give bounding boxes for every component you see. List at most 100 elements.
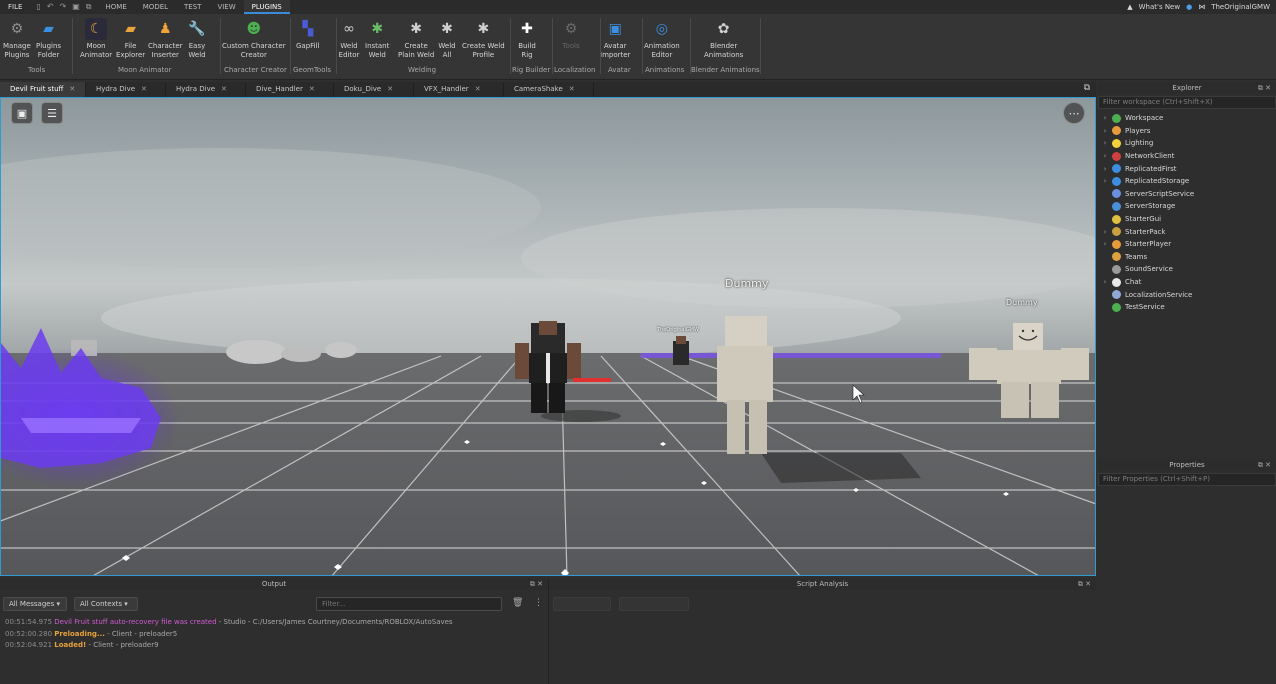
chevron-right-icon[interactable]: ›: [1098, 127, 1112, 135]
ribbon-label: Profile: [472, 51, 495, 59]
ribbon-separator: [290, 18, 291, 74]
weld-editor-icon: ∞: [343, 20, 355, 37]
tab-model[interactable]: MODEL: [135, 0, 176, 14]
close-icon[interactable]: ✕: [69, 82, 75, 97]
explorer-item[interactable]: › Workspace: [1098, 112, 1276, 125]
close-icon[interactable]: ✕: [221, 82, 227, 97]
doc-tab[interactable]: Hydra Dive ✕: [86, 82, 166, 97]
output-window-controls[interactable]: ⧉ ✕: [530, 578, 543, 590]
weld-all-icon: ✱: [441, 20, 453, 37]
explorer-item[interactable]: SoundService: [1098, 263, 1276, 276]
service-icon: [1112, 113, 1121, 123]
ribbon-button-create-weld-profile[interactable]: ✱ Create Weld Profile: [462, 18, 505, 60]
tab-plugins[interactable]: PLUGINS: [243, 0, 290, 14]
chevron-right-icon[interactable]: ›: [1098, 278, 1112, 286]
ribbon-button-avatar-importer[interactable]: ▣ Avatar Importer: [600, 18, 630, 60]
service-icon: [1112, 189, 1121, 199]
explorer-item[interactable]: › Players: [1098, 125, 1276, 138]
player-nametag: TheOriginalGMW: [657, 327, 699, 333]
close-icon[interactable]: ✕: [309, 82, 315, 97]
close-icon[interactable]: ✕: [569, 82, 575, 97]
3d-viewport[interactable]: ▣ ☰ ⋯ Dummy Dummy TheOriginalGMW: [0, 97, 1096, 576]
tab-home[interactable]: HOME: [98, 0, 135, 14]
contexts-filter-dropdown[interactable]: All Contexts ▾: [74, 597, 138, 611]
chevron-right-icon[interactable]: ›: [1098, 228, 1112, 236]
explorer-item[interactable]: › ReplicatedFirst: [1098, 162, 1276, 175]
script-analysis-window-controls[interactable]: ⧉ ✕: [1078, 578, 1091, 590]
ribbon-button-gapfill[interactable]: ▚ GapFill: [296, 18, 320, 51]
chevron-right-icon[interactable]: ›: [1098, 240, 1112, 248]
tab-test[interactable]: TEST: [176, 0, 209, 14]
explorer-item[interactable]: Teams: [1098, 251, 1276, 264]
explorer-item[interactable]: › Chat: [1098, 276, 1276, 289]
share-icon[interactable]: ⋈: [1198, 3, 1205, 11]
chevron-right-icon[interactable]: ›: [1098, 114, 1112, 122]
view-selector-button[interactable]: ▣: [11, 102, 33, 124]
ribbon-group-label: Rig Builder: [512, 66, 551, 74]
save-icon[interactable]: ▣: [72, 2, 80, 12]
close-icon[interactable]: ✕: [387, 82, 393, 97]
chevron-right-icon[interactable]: ›: [1098, 139, 1112, 147]
ribbon-button-build-rig[interactable]: ✚ Build Rig: [516, 18, 538, 60]
explorer-item[interactable]: ServerScriptService: [1098, 188, 1276, 201]
explorer-item[interactable]: LocalizationService: [1098, 288, 1276, 301]
service-icon: [1112, 164, 1121, 174]
ribbon-button-character-inserter[interactable]: ♟ Character Inserter: [148, 18, 183, 60]
username[interactable]: TheOriginalGMW: [1211, 3, 1270, 11]
explorer-item[interactable]: StarterGui: [1098, 213, 1276, 226]
doc-tab[interactable]: VFX_Handler ✕: [414, 82, 504, 97]
explorer-item[interactable]: › Lighting: [1098, 137, 1276, 150]
doc-tab[interactable]: CameraShake ✕: [504, 82, 594, 97]
doc-tab[interactable]: Doku_Dive ✕: [334, 82, 414, 97]
tab-view[interactable]: VIEW: [209, 0, 243, 14]
explorer-item[interactable]: › StarterPack: [1098, 225, 1276, 238]
redo-icon[interactable]: ↷: [60, 2, 67, 12]
doc-tab[interactable]: Devil Fruit stuff ✕: [0, 82, 86, 97]
ribbon-button-instant-weld[interactable]: ✱ Instant Weld: [365, 18, 389, 60]
chevron-right-icon[interactable]: ›: [1098, 152, 1112, 160]
messages-filter-dropdown[interactable]: All Messages ▾: [3, 597, 67, 611]
doc-tab[interactable]: Hydra Dive ✕: [166, 82, 246, 97]
chevron-right-icon[interactable]: ›: [1098, 177, 1112, 185]
doc-tab[interactable]: Dive_Handler ✕: [246, 82, 334, 97]
ribbon-button-easy-weld[interactable]: 🔧 Easy Weld: [186, 18, 208, 60]
ribbon-button-blender-animations[interactable]: ✿ Blender Animations: [704, 18, 743, 60]
maximize-viewport-icon[interactable]: ⧉: [1084, 83, 1090, 93]
group-icon[interactable]: ⧉: [86, 2, 92, 12]
properties-window-controls[interactable]: ⧉ ✕: [1258, 459, 1271, 471]
ribbon-button-moon-animator[interactable]: ☾ Moon Animator: [80, 18, 112, 60]
analysis-filter-button-1[interactable]: [553, 597, 611, 611]
explorer-window-controls[interactable]: ⧉ ✕: [1258, 82, 1271, 94]
chevron-right-icon[interactable]: ›: [1098, 165, 1112, 173]
ribbon-button-weld-editor[interactable]: ∞ Weld Editor: [338, 18, 360, 60]
ribbon-button-custom-character-creator[interactable]: ☻ Custom Character Creator: [222, 18, 286, 60]
explorer-item[interactable]: › NetworkClient: [1098, 150, 1276, 163]
new-file-icon[interactable]: ▯: [36, 2, 40, 12]
ribbon-button-weld-all[interactable]: ✱ Weld All: [436, 18, 458, 60]
file-menu[interactable]: FILE: [0, 3, 30, 11]
output-menu-icon[interactable]: ⋮: [534, 598, 543, 608]
service-icon: [1112, 151, 1121, 161]
explorer-item[interactable]: TestService: [1098, 301, 1276, 314]
output-filter-input[interactable]: Filter...: [316, 597, 502, 611]
clear-output-icon[interactable]: 🗑: [512, 598, 523, 608]
ribbon-button-create-plain-weld[interactable]: ✱ Create Plain Weld: [398, 18, 434, 60]
close-icon[interactable]: ✕: [475, 82, 481, 97]
whats-new-link[interactable]: What's New: [1139, 3, 1180, 11]
more-options-button[interactable]: ⋯: [1063, 102, 1085, 124]
analysis-filter-button-2[interactable]: [619, 597, 689, 611]
ribbon-button-tools[interactable]: ⚙ Tools: [560, 18, 582, 51]
explorer-item[interactable]: › StarterPlayer: [1098, 238, 1276, 251]
undo-icon[interactable]: ↶: [47, 2, 54, 12]
ribbon-button-animation-editor[interactable]: ◎ Animation Editor: [644, 18, 680, 60]
script-menu-button[interactable]: ☰: [41, 102, 63, 124]
ribbon-button-manage-plugins[interactable]: ⚙ Manage Plugins: [3, 18, 31, 60]
properties-filter-input[interactable]: Filter Properties (Ctrl+Shift+P): [1098, 473, 1276, 486]
explorer-item[interactable]: ServerStorage: [1098, 200, 1276, 213]
ribbon-button-plugins-folder[interactable]: ▰ Plugins Folder: [36, 18, 61, 60]
ribbon-button-file-explorer[interactable]: ▰ File Explorer: [116, 18, 145, 60]
explorer-filter-input[interactable]: Filter workspace (Ctrl+Shift+X): [1098, 96, 1276, 109]
help-icon[interactable]: ●: [1186, 3, 1192, 11]
close-icon[interactable]: ✕: [141, 82, 147, 97]
explorer-item[interactable]: › ReplicatedStorage: [1098, 175, 1276, 188]
